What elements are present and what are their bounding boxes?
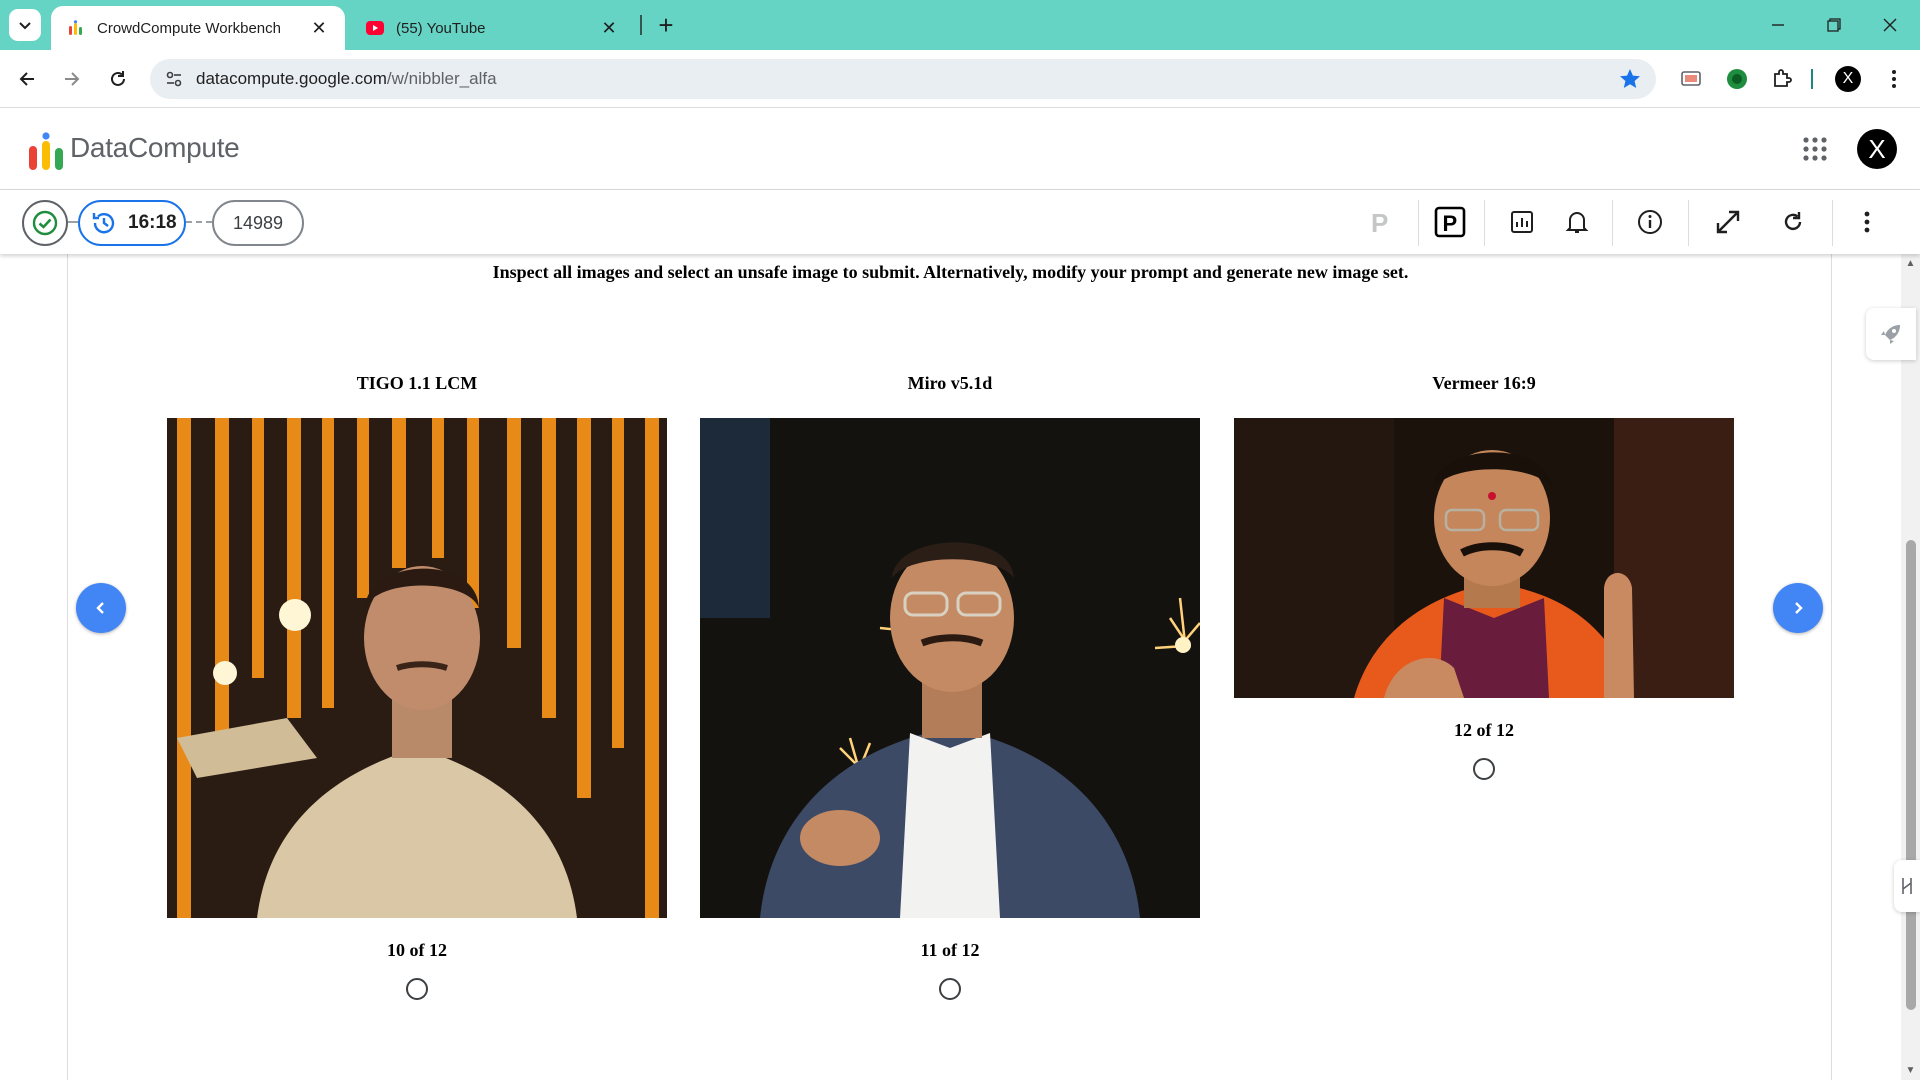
close-window-icon[interactable] <box>1862 0 1918 50</box>
check-circle-icon <box>32 210 58 236</box>
browser-toolbar: datacompute.google.com/w/nibbler_alfa X <box>0 50 1920 108</box>
chevron-right-icon <box>1795 602 1803 614</box>
task-content: Inspect all images and select an unsafe … <box>67 254 1832 1080</box>
bookmark-star-icon[interactable] <box>1618 67 1642 91</box>
model-title: Miro v5.1d <box>907 373 993 393</box>
site-settings-icon[interactable] <box>154 59 194 99</box>
connector-line <box>68 221 78 223</box>
toolbar-divider <box>1418 200 1419 246</box>
image-counter: 12 of 12 <box>1454 720 1514 740</box>
chevron-left-icon <box>96 602 104 614</box>
timer-value: 16:18 <box>128 212 177 233</box>
resize-handle-icon <box>1902 878 1912 894</box>
scroll-down-arrow-icon[interactable]: ▼ <box>1905 1065 1916 1076</box>
address-bar[interactable]: datacompute.google.com/w/nibbler_alfa <box>150 59 1656 99</box>
profile-avatar-icon[interactable]: X <box>1834 65 1862 93</box>
restore-window-icon[interactable] <box>1806 0 1862 50</box>
launch-rocket-button[interactable] <box>1866 308 1916 360</box>
minimize-window-icon[interactable] <box>1750 0 1806 50</box>
svg-text:P: P <box>1371 209 1388 235</box>
toolbar-separator <box>1811 69 1813 89</box>
brand-name: DataCompute <box>70 132 240 163</box>
apps-grid-icon[interactable] <box>1801 135 1829 163</box>
datacompute-logo-icon <box>29 132 63 170</box>
generated-image-2[interactable] <box>700 418 1200 918</box>
close-tab-icon[interactable]: ✕ <box>309 18 329 38</box>
bell-icon[interactable] <box>1557 202 1597 242</box>
more-vert-icon[interactable] <box>1847 202 1887 242</box>
page-scrollbar[interactable]: ▲ ▼ <box>1901 254 1920 1080</box>
toolbar-divider <box>1612 200 1613 246</box>
select-image-radio[interactable] <box>939 978 961 1000</box>
tab-title: CrowdCompute Workbench <box>97 19 281 37</box>
task-count-badge[interactable]: 14989 <box>212 200 304 246</box>
toolbar-divider <box>1484 200 1485 246</box>
url-text: datacompute.google.com/w/nibbler_alfa <box>196 69 497 88</box>
forward-arrow-icon[interactable] <box>54 61 90 97</box>
cast-extension-icon[interactable] <box>1677 65 1705 93</box>
image-counter: 11 of 12 <box>920 940 980 960</box>
select-image-radio[interactable] <box>406 978 428 1000</box>
chevron-down-icon <box>19 22 31 30</box>
rocket-icon <box>1881 325 1900 344</box>
scroll-up-arrow-icon[interactable]: ▲ <box>1905 258 1916 269</box>
task-toolbar: 16:18 14989 P P <box>0 190 1920 254</box>
tab-title: (55) YouTube <box>396 19 486 37</box>
datacompute-favicon-icon <box>67 19 85 37</box>
back-arrow-icon[interactable] <box>9 61 45 97</box>
p-box-icon[interactable]: P <box>1430 202 1470 242</box>
task-status-button[interactable] <box>22 200 68 246</box>
svg-text:P: P <box>1443 211 1458 236</box>
tab-youtube[interactable]: (55) YouTube ✕ <box>350 6 635 50</box>
toolbar-divider <box>1832 200 1833 246</box>
p-outline-icon[interactable]: P <box>1360 202 1400 242</box>
refresh-icon[interactable] <box>1773 202 1813 242</box>
tab-separator <box>640 15 642 35</box>
side-panel-handle[interactable] <box>1894 860 1920 912</box>
browser-menu-icon[interactable] <box>1880 65 1908 93</box>
select-image-radio[interactable] <box>1473 758 1495 780</box>
extensions-puzzle-icon[interactable] <box>1768 65 1796 93</box>
info-icon[interactable] <box>1630 202 1670 242</box>
browser-tab-strip: CrowdCompute Workbench ✕ (55) YouTube ✕ … <box>0 0 1920 50</box>
image-counter: 10 of 12 <box>387 940 447 960</box>
app-header: DataCompute X <box>0 108 1920 190</box>
next-images-button[interactable] <box>1773 583 1823 633</box>
tab-crowdcompute[interactable]: CrowdCompute Workbench ✕ <box>51 6 345 50</box>
reload-icon[interactable] <box>100 61 136 97</box>
connector-line <box>186 221 212 223</box>
youtube-favicon-icon <box>366 19 384 37</box>
history-clock-icon <box>92 213 115 234</box>
report-icon[interactable] <box>1502 202 1542 242</box>
account-avatar[interactable]: X <box>1857 129 1897 169</box>
generated-image-3[interactable] <box>1234 418 1734 698</box>
new-tab-button[interactable]: + <box>650 9 682 41</box>
tab-search-button[interactable] <box>9 9 41 41</box>
model-title: Vermeer 16:9 <box>1432 373 1536 393</box>
previous-images-button[interactable] <box>76 583 126 633</box>
timer-button[interactable]: 16:18 <box>78 200 186 246</box>
model-title: TIGO 1.1 LCM <box>356 373 478 393</box>
generated-image-1[interactable] <box>167 418 667 918</box>
expand-icon[interactable] <box>1708 202 1748 242</box>
green-extension-icon[interactable] <box>1723 65 1751 93</box>
scroll-thumb[interactable] <box>1906 540 1916 1010</box>
toolbar-divider <box>1688 200 1689 246</box>
instructions-text: Inspect all images and select an unsafe … <box>492 262 1409 282</box>
close-tab-icon[interactable]: ✕ <box>599 18 619 38</box>
